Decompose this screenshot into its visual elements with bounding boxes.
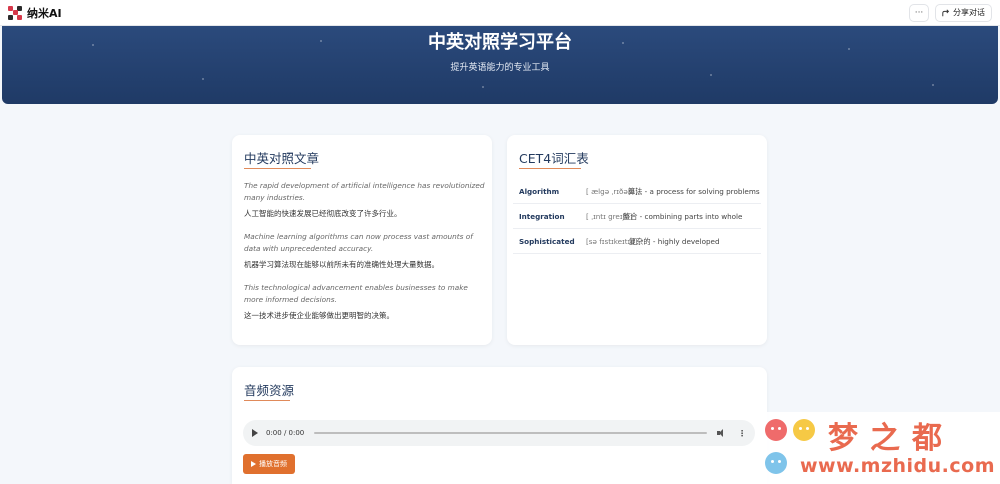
share-label: 分享对话	[953, 8, 985, 17]
audio-player: 0:00 / 0:00 ⋮	[243, 420, 755, 446]
vocab-title: CET4词汇表	[519, 151, 589, 166]
play-audio-label: 播放音频	[259, 460, 287, 468]
article-title: 中英对照文章	[244, 151, 320, 166]
hero-banner: 中英对照学习平台 提升英语能力的专业工具	[2, 26, 998, 104]
more-button[interactable]: ···	[909, 3, 929, 22]
audio-title: 音频资源	[244, 383, 295, 398]
player-time: 0:00 / 0:00	[266, 429, 305, 437]
app-name: 纳米AI	[27, 6, 62, 20]
share-icon	[942, 8, 950, 16]
watermark-text: 梦之都	[828, 421, 954, 456]
paragraph-cn: 人工智能的快速发展已经彻底改变了许多行业。	[244, 209, 402, 218]
watermark-red-bubble-icon	[765, 419, 787, 441]
player-progress-track[interactable]	[314, 432, 707, 434]
paragraph-en: This technological advancement enables b…	[244, 283, 468, 304]
article-card: 中英对照文章 The rapid development of artifici…	[232, 135, 492, 345]
watermark-url: www.mzhidu.com	[800, 455, 996, 477]
watermark-blue-bubble-icon	[765, 452, 787, 474]
vocab-row: Integration [ ˌɪntɪ greɪʃn] 整合 - combini…	[513, 204, 761, 229]
vocab-row: Algorithm [ ælgə ˌrɪðəm] 算法 - a process …	[513, 179, 761, 204]
paragraph-cn: 机器学习算法现在能够以前所未有的准确性处理大量数据。	[244, 260, 439, 269]
vocab-card: CET4词汇表 Algorithm [ ælgə ˌrɪðəm] 算法 - a …	[507, 135, 767, 345]
vocab-definition: 算法 - a process for solving problems	[628, 187, 760, 196]
audio-card: 音频资源 0:00 / 0:00 ⋮ 播放音频	[232, 367, 767, 484]
paragraph-en: Machine learning algorithms can now proc…	[244, 232, 473, 253]
top-bar: 纳米AI ··· 分享对话	[0, 0, 1000, 26]
play-audio-button[interactable]: 播放音频	[243, 454, 295, 474]
volume-icon[interactable]	[717, 429, 726, 437]
vocab-row: Sophisticated [sə fɪstɪkeɪtɪd] 复杂的 - hig…	[513, 229, 761, 254]
nami-logo-icon	[8, 5, 22, 20]
vocab-definition: 复杂的 - highly developed	[629, 237, 720, 246]
vocab-word: Sophisticated	[519, 237, 575, 246]
vocab-definition: 整合 - combining parts into whole	[623, 212, 743, 221]
top-actions: ··· 分享对话	[909, 3, 992, 22]
play-icon	[251, 461, 256, 467]
vocab-word: Integration	[519, 212, 565, 221]
page-title: 中英对照学习平台	[428, 32, 572, 53]
watermark-yellow-bubble-icon	[793, 419, 815, 441]
brand[interactable]: 纳米AI	[8, 5, 62, 21]
player-play-icon[interactable]	[252, 429, 258, 437]
paragraph-cn: 这一技术进步使企业能够做出更明智的决策。	[244, 311, 394, 320]
title-underline	[244, 168, 311, 169]
title-underline	[519, 168, 581, 169]
paragraph-en: The rapid development of artificial inte…	[244, 181, 485, 202]
site-watermark: 梦之都 www.mzhidu.com	[758, 412, 1000, 484]
player-more-icon[interactable]: ⋮	[738, 429, 746, 438]
vocab-word: Algorithm	[519, 187, 560, 196]
title-underline	[244, 400, 290, 401]
page-subtitle: 提升英语能力的专业工具	[450, 63, 550, 73]
share-conversation-button[interactable]: 分享对话	[935, 3, 992, 22]
